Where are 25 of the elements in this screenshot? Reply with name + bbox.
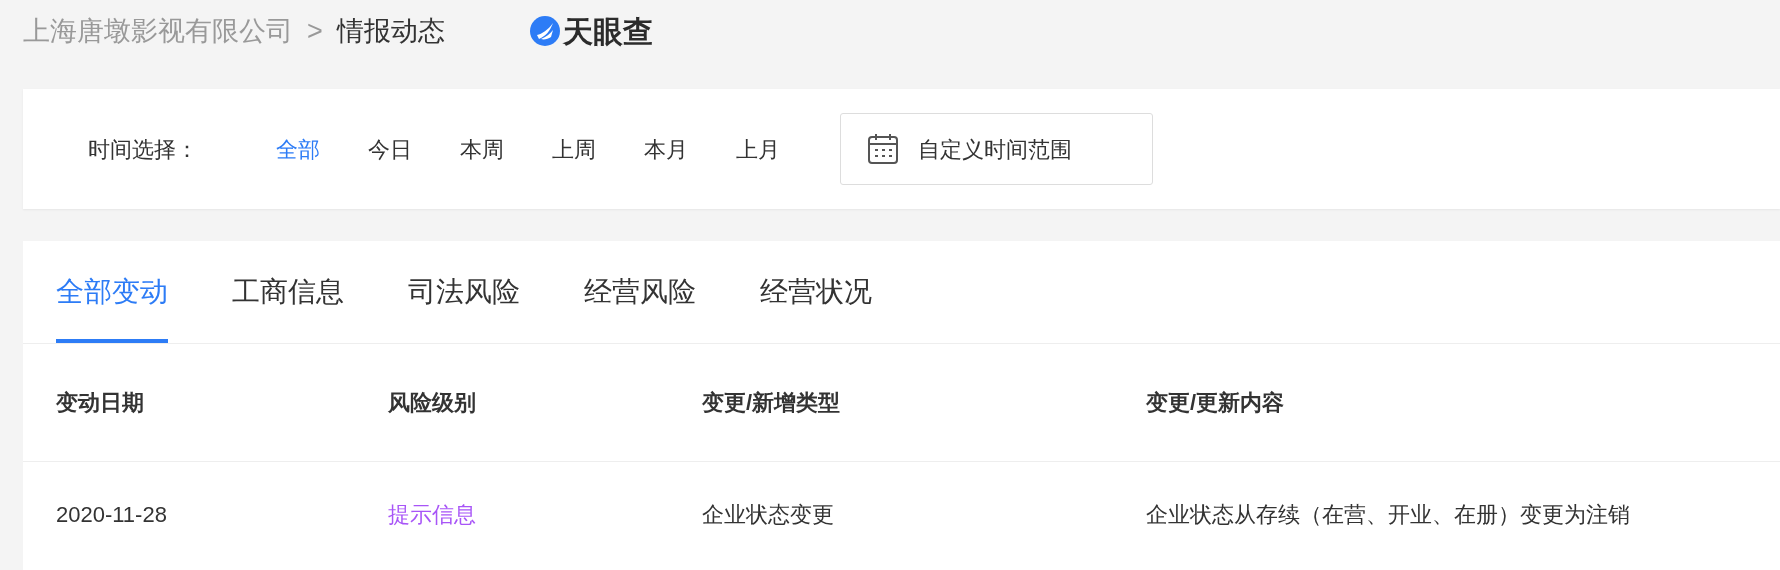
time-option[interactable]: 上月 <box>736 132 780 166</box>
column-header: 风险级别 <box>388 390 476 415</box>
time-option[interactable]: 全部 <box>276 132 320 166</box>
time-option[interactable]: 今日 <box>368 132 412 166</box>
column-header: 变动日期 <box>56 390 144 415</box>
calendar-icon <box>866 132 900 166</box>
tab[interactable]: 经营风险 <box>584 241 696 343</box>
tab[interactable]: 司法风险 <box>408 241 520 343</box>
custom-range-button[interactable]: 自定义时间范围 <box>840 113 1153 185</box>
risk-level-link[interactable]: 提示信息 <box>388 502 476 527</box>
table-cell: 企业状态从存续（在营、开业、在册）变更为注销 <box>1146 502 1630 527</box>
time-option[interactable]: 本周 <box>460 132 504 166</box>
column-header: 变更/新增类型 <box>702 390 841 415</box>
time-option[interactable]: 上周 <box>552 132 596 166</box>
breadcrumb-separator: > <box>307 14 323 48</box>
tab[interactable]: 全部变动 <box>56 241 168 343</box>
table-cell: 企业状态变更 <box>702 502 834 527</box>
column-header: 变更/更新内容 <box>1146 390 1285 415</box>
filter-label: 时间选择： <box>88 135 199 164</box>
time-option[interactable]: 本月 <box>644 132 688 166</box>
tab[interactable]: 经营状况 <box>760 241 872 343</box>
logo: 天眼查 <box>528 8 653 54</box>
page-title: 情报动态 <box>336 14 445 48</box>
table-cell: 2020-11-28 <box>56 502 167 527</box>
tab[interactable]: 工商信息 <box>232 241 344 343</box>
